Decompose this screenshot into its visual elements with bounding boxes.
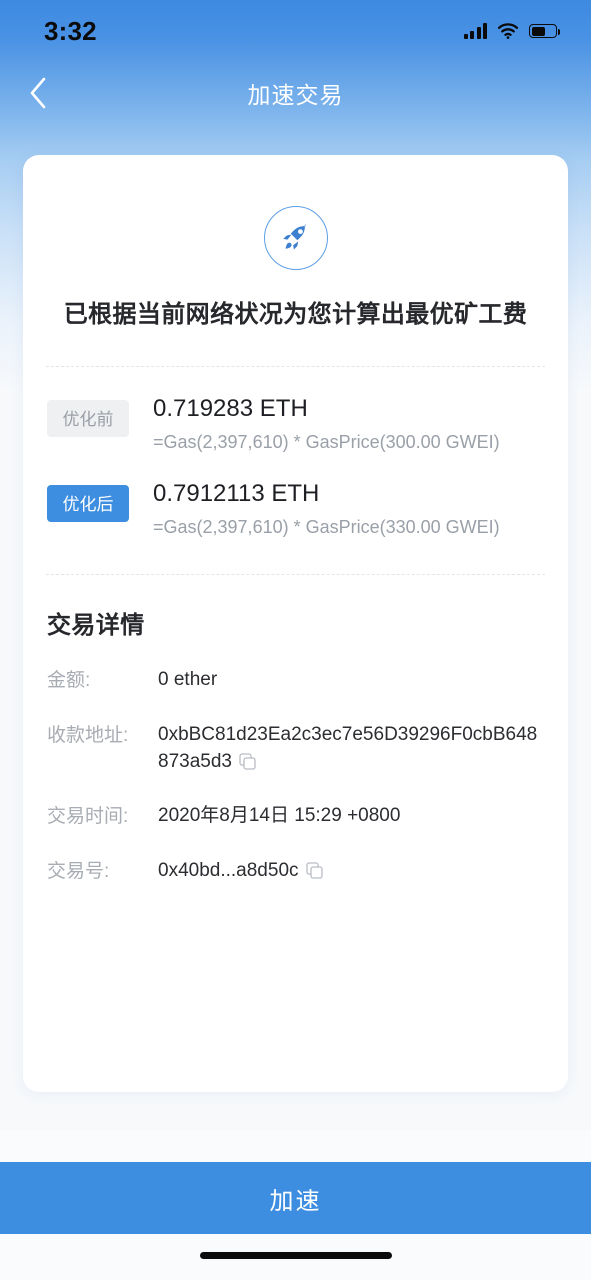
detail-row-amount: 金额: 0 ether (47, 666, 544, 695)
battery-icon (529, 24, 560, 38)
status-bar: 3:32 (0, 0, 591, 62)
status-bar-time: 3:32 (44, 15, 97, 46)
bottom-bar: 加速 (0, 1130, 591, 1280)
detail-value-address: 0xbBC81d23Ea2c3ec7e56D39296F0cbB648873a5… (158, 721, 544, 776)
gas-row-after: 优化后 0.7912113 ETH =Gas(2,397,610) * GasP… (23, 480, 568, 539)
badge-after: 优化后 (47, 485, 129, 523)
detail-value-amount: 0 ether (158, 669, 218, 691)
copy-icon[interactable] (239, 751, 256, 771)
rocket-icon (263, 206, 328, 270)
signal-bars-icon (463, 23, 487, 39)
headline-text: 已根据当前网络状况为您计算出最优矿工费 (63, 301, 528, 328)
detail-label-address: 收款地址: (47, 724, 129, 746)
detail-label-txhash: 交易号: (47, 860, 110, 882)
status-bar-indicators (463, 23, 560, 39)
gas-formula-before: =Gas(2,397,610) * GasPrice(300.00 GWEI) (153, 431, 500, 452)
badge-before: 优化前 (47, 400, 129, 437)
details-title: 交易详情 (47, 612, 145, 640)
accelerate-button[interactable]: 加速 (0, 1162, 591, 1234)
detail-row-time: 交易时间: 2020年8月14日 15:29 +0800 (47, 802, 544, 831)
app-root: 3:32 加速交易 已根据当前网络状况为您计算出最优矿工费 优化前 0.7192… (0, 0, 591, 1280)
detail-row-txhash: 交易号: 0x40bd...a8d50c (47, 857, 544, 886)
detail-value-txhash: 0x40bd...a8d50c (158, 857, 323, 885)
content-card: 已根据当前网络状况为您计算出最优矿工费 优化前 0.719283 ETH =Ga… (23, 155, 568, 1092)
page-title: 加速交易 (247, 82, 344, 108)
back-button[interactable] (18, 73, 58, 113)
transaction-details: 交易详情 金额: 0 ether 收款地址: 0xbBC81d23Ea2c3ec… (23, 575, 568, 885)
wifi-icon (497, 23, 519, 39)
copy-icon[interactable] (305, 860, 323, 879)
hero-icon-wrapper (23, 155, 568, 270)
detail-value-txhash-text: 0x40bd...a8d50c (158, 859, 299, 881)
gas-comparison: 优化前 0.719283 ETH =Gas(2,397,610) * GasPr… (23, 367, 568, 539)
detail-row-address: 收款地址: 0xbBC81d23Ea2c3ec7e56D39296F0cbB64… (47, 721, 544, 776)
detail-label-time: 交易时间: (47, 806, 129, 828)
detail-value-time: 2020年8月14日 15:29 +0800 (158, 805, 401, 827)
gas-formula-after: =Gas(2,397,610) * GasPrice(330.00 GWEI) (153, 516, 500, 537)
detail-label-amount: 金额: (47, 670, 91, 692)
gas-texts-before: 0.719283 ETH =Gas(2,397,610) * GasPrice(… (153, 395, 500, 454)
gas-row-before: 优化前 0.719283 ETH =Gas(2,397,610) * GasPr… (23, 395, 568, 454)
detail-value-address-text: 0xbBC81d23Ea2c3ec7e56D39296F0cbB648873a5… (158, 723, 538, 773)
navigation-bar: 加速交易 (0, 62, 591, 124)
gas-texts-after: 0.7912113 ETH =Gas(2,397,610) * GasPrice… (153, 480, 500, 539)
gas-amount-before: 0.719283 ETH (153, 395, 308, 422)
home-indicator (199, 1252, 392, 1259)
gas-amount-after: 0.7912113 ETH (153, 480, 320, 508)
chevron-left-icon (30, 77, 46, 109)
